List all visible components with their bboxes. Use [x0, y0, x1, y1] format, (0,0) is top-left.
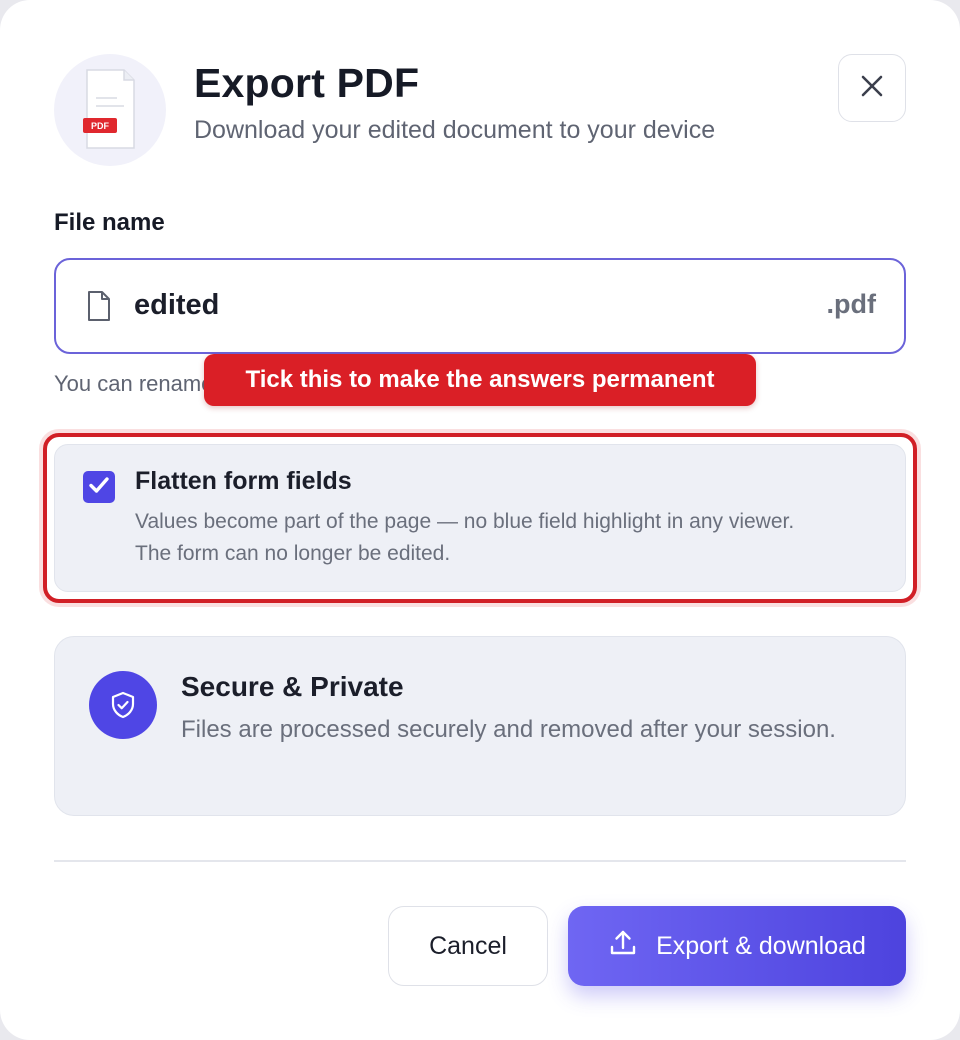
flatten-checkbox[interactable] [83, 471, 115, 503]
rename-helper-text: You can rename [54, 371, 214, 396]
export-button-label: Export & download [656, 931, 866, 960]
secure-description: Files are processed securely and removed… [181, 716, 836, 743]
file-name-label: File name [54, 209, 165, 236]
file-name-value: edited [134, 289, 220, 321]
flatten-form-fields-option[interactable]: Flatten form fields Values become part o… [54, 444, 906, 592]
dialog-title: Export PDF [194, 60, 420, 106]
shield-check-icon [89, 671, 157, 739]
document-icon [86, 290, 112, 327]
checkmark-icon [87, 473, 111, 502]
flatten-description-line-1: Values become part of the page — no blue… [135, 510, 795, 533]
export-pdf-dialog: PDF Export PDF Download your edited docu… [0, 0, 960, 1040]
secure-title: Secure & Private [181, 671, 404, 702]
flatten-description: Values become part of the page — no blue… [135, 506, 794, 570]
file-extension: .pdf [826, 289, 876, 319]
cancel-button[interactable]: Cancel [388, 906, 548, 986]
close-button[interactable] [838, 54, 906, 122]
pdf-file-icon: PDF [54, 54, 166, 166]
close-icon [859, 73, 885, 104]
flatten-description-line-2: The form can no longer be edited. [135, 542, 451, 565]
pdf-badge-text: PDF [91, 121, 110, 131]
dialog-subtitle: Download your edited document to your de… [194, 116, 716, 144]
secure-private-card: Secure & Private Files are processed sec… [54, 636, 906, 816]
flatten-title: Flatten form fields [135, 467, 352, 495]
footer-divider [54, 860, 906, 862]
export-download-button[interactable]: Export & download [568, 906, 906, 986]
file-name-input[interactable]: edited .pdf [54, 258, 906, 354]
annotation-tooltip: Tick this to make the answers permanent [204, 354, 756, 406]
upload-icon [608, 928, 638, 965]
